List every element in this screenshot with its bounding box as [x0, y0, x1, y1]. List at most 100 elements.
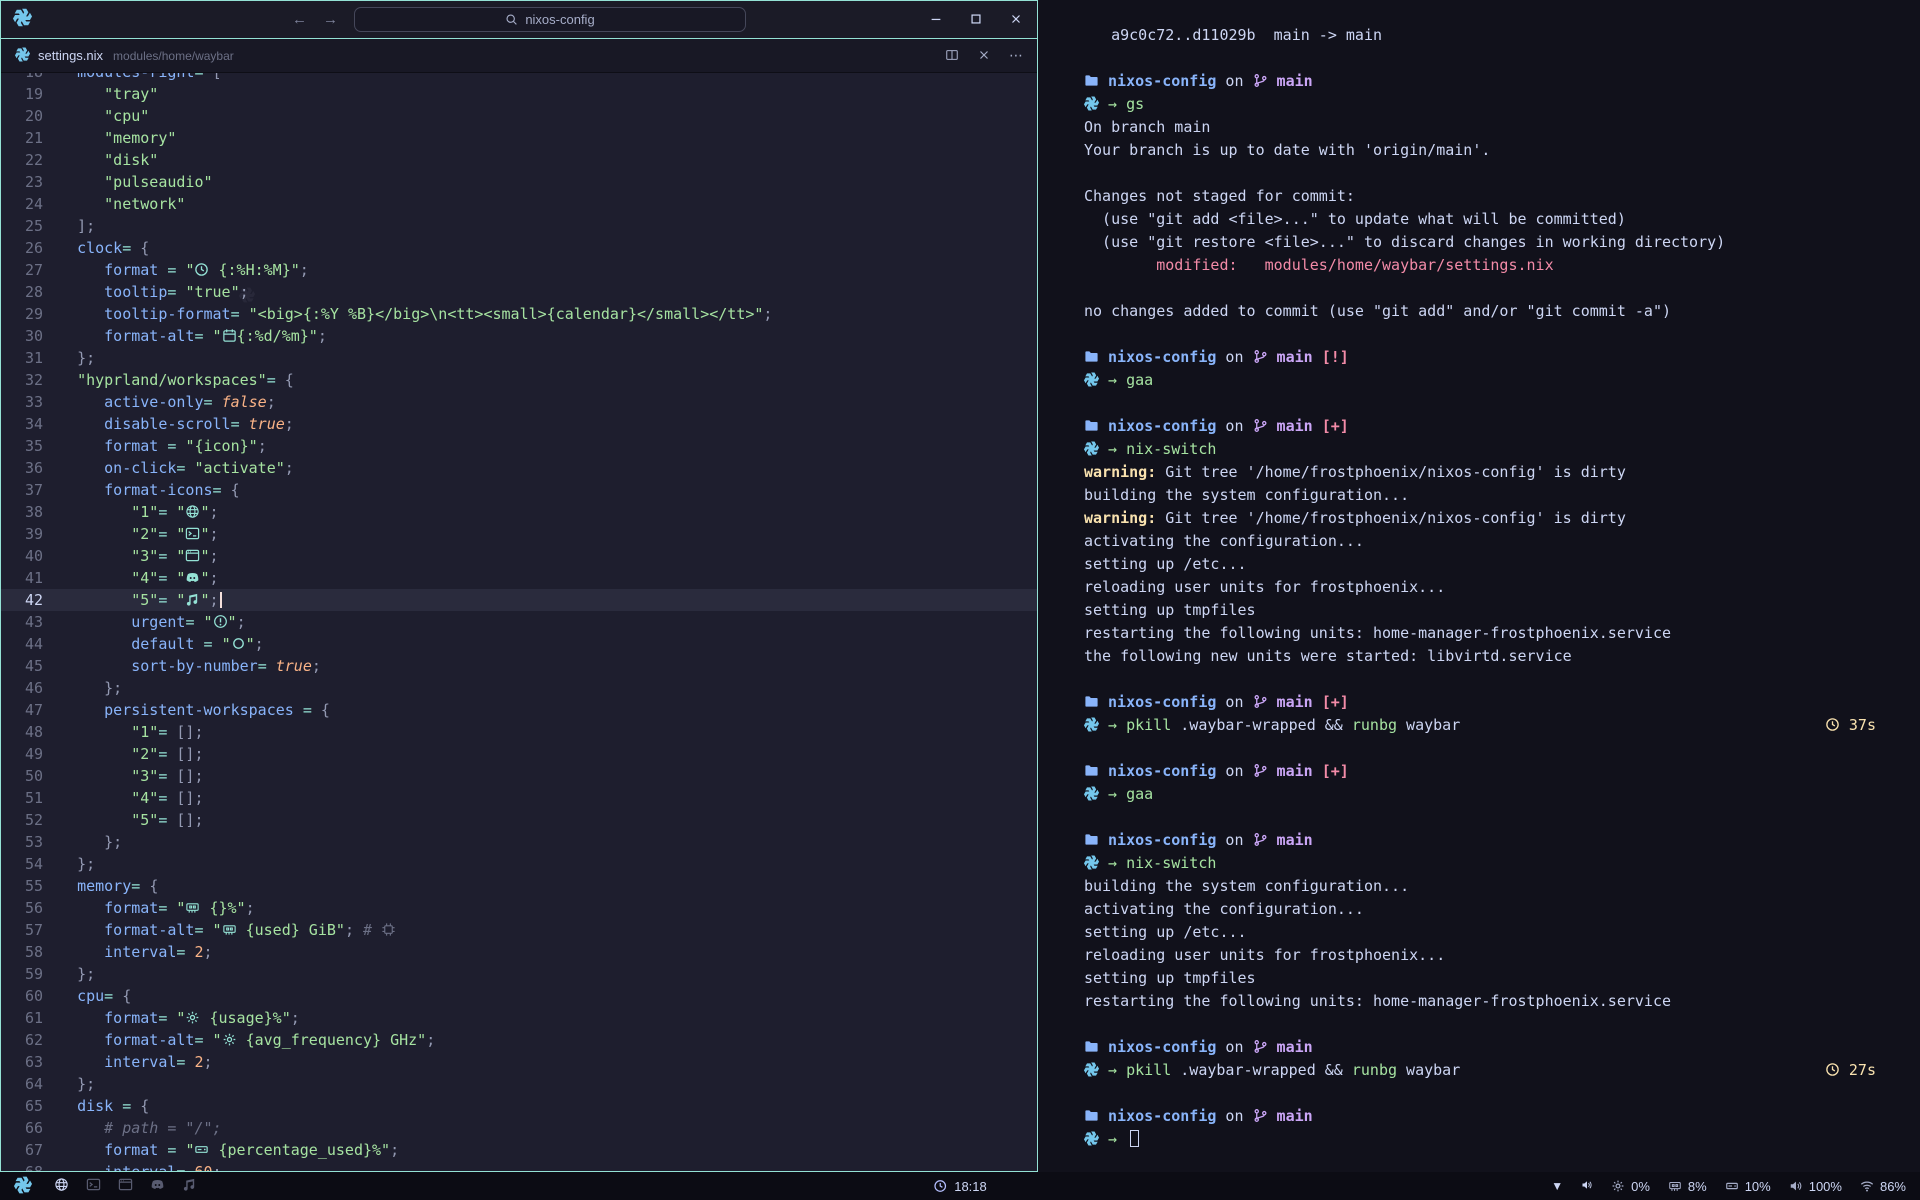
tray-arrow-icon[interactable]: ▼: [1551, 1179, 1563, 1193]
terminal-line: (use "git restore <file>..." to discard …: [1084, 231, 1920, 254]
network-module[interactable]: 86%: [1860, 1178, 1906, 1194]
code-line[interactable]: 47 persistent-workspaces = {: [1, 699, 1037, 721]
code-line[interactable]: 18 modules-right= [: [1, 73, 1037, 83]
code-line[interactable]: 56 format= " {}%";: [1, 897, 1037, 919]
terminal-line: modified: modules/home/waybar/settings.n…: [1084, 254, 1920, 277]
code-line[interactable]: 21 "memory": [1, 127, 1037, 149]
code-line[interactable]: 38 "1"= "";: [1, 501, 1037, 523]
code-line[interactable]: 59 };: [1, 963, 1037, 985]
terminal-line: restarting the following units: home-man…: [1084, 990, 1920, 1013]
code-line[interactable]: 19 "tray": [1, 83, 1037, 105]
terminal-cursor: [1130, 1130, 1139, 1147]
terminal-line: → nix-switch: [1084, 438, 1920, 461]
snowflake-icon: [1084, 93, 1099, 116]
code-line[interactable]: 61 format= " {usage}%";: [1, 1007, 1037, 1029]
code-line[interactable]: 32 "hyprland/workspaces"= {: [1, 369, 1037, 391]
code-line[interactable]: 42 "5"= "";: [1, 589, 1037, 611]
code-line[interactable]: 22 "disk": [1, 149, 1037, 171]
cpu-module[interactable]: 0%: [1611, 1178, 1650, 1194]
arrow-left-icon[interactable]: ←: [292, 11, 307, 28]
code-line[interactable]: 24 "network": [1, 193, 1037, 215]
line-number: 58: [1, 941, 59, 963]
code-line[interactable]: 29 tooltip-format= "<big>{:%Y %B}</big>\…: [1, 303, 1037, 325]
terminal-line: reloading user units for frostphoenix...: [1084, 576, 1920, 599]
code-line[interactable]: 46 };: [1, 677, 1037, 699]
more-icon[interactable]: ⋯: [1009, 47, 1023, 64]
code-line[interactable]: 27 format = " {:%H:%M}";: [1, 259, 1037, 281]
clock-module[interactable]: 18:18: [933, 1178, 987, 1194]
volume-icon[interactable]: [1581, 1179, 1593, 1193]
code-line[interactable]: 45 sort-by-number= true;: [1, 655, 1037, 677]
code-line[interactable]: 58 interval= 2;: [1, 941, 1037, 963]
line-number: 30: [1, 325, 59, 347]
code-line[interactable]: 68 interval= 60;: [1, 1161, 1037, 1171]
close-icon[interactable]: [977, 48, 991, 64]
workspace-5[interactable]: [182, 1177, 197, 1194]
editor-body[interactable]: 18 modules-right= [19 "tray"20 "cpu"21 "…: [1, 73, 1037, 1171]
code-line[interactable]: 57 format-alt= " {used} GiB"; #: [1, 919, 1037, 941]
maximize-icon[interactable]: [969, 12, 983, 28]
code-line[interactable]: 48 "1"= [];: [1, 721, 1037, 743]
code-line[interactable]: 39 "2"= "";: [1, 523, 1037, 545]
folder-icon: [1084, 70, 1099, 93]
terminal-window[interactable]: a9c0c72..d11029b main -> main nixos-conf…: [1038, 0, 1920, 1172]
code-line[interactable]: 26 clock= {: [1, 237, 1037, 259]
line-number: 35: [1, 435, 59, 457]
workspace-2[interactable]: [86, 1177, 101, 1194]
code-line[interactable]: 49 "2"= [];: [1, 743, 1037, 765]
code-line[interactable]: 23 "pulseaudio": [1, 171, 1037, 193]
code-line[interactable]: 30 format-alt= "{:%d/%m}";: [1, 325, 1037, 347]
close-icon[interactable]: [1009, 12, 1023, 28]
code-line[interactable]: 65 disk = {: [1, 1095, 1037, 1117]
arrow-right-icon[interactable]: →: [323, 11, 338, 28]
code-line[interactable]: 43 urgent= "";: [1, 611, 1037, 633]
code-line[interactable]: 20 "cpu": [1, 105, 1037, 127]
code-line[interactable]: 53 };: [1, 831, 1037, 853]
code-line[interactable]: 50 "3"= [];: [1, 765, 1037, 787]
disk-module[interactable]: 10%: [1725, 1178, 1771, 1194]
line-number: 65: [1, 1095, 59, 1117]
line-number: 55: [1, 875, 59, 897]
code-line[interactable]: 28 tooltip= "true";: [1, 281, 1037, 303]
code-line[interactable]: 31 };: [1, 347, 1037, 369]
code-line[interactable]: 25 ];: [1, 215, 1037, 237]
code-line[interactable]: 51 "4"= [];: [1, 787, 1037, 809]
terminal-line: setting up /etc...: [1084, 553, 1920, 576]
workspace-4[interactable]: [150, 1177, 165, 1194]
code-line[interactable]: 34 disable-scroll= true;: [1, 413, 1037, 435]
workspace-3[interactable]: [118, 1177, 133, 1194]
tab-filename[interactable]: settings.nix: [38, 48, 103, 63]
nix-logo-icon[interactable]: [14, 1176, 32, 1197]
code-line[interactable]: 40 "3"= "";: [1, 545, 1037, 567]
memory-module[interactable]: 8%: [1668, 1178, 1707, 1194]
code-line[interactable]: 37 format-icons= {: [1, 479, 1037, 501]
timer-icon: [1825, 1059, 1840, 1082]
code-line[interactable]: 41 "4"= "";: [1, 567, 1037, 589]
line-number: 68: [1, 1161, 59, 1171]
code-line[interactable]: 33 active-only= false;: [1, 391, 1037, 413]
line-number: 66: [1, 1117, 59, 1139]
workspace-1[interactable]: [54, 1177, 69, 1194]
prompt-line: nixos-config on main: [1084, 1105, 1920, 1128]
code-line[interactable]: 36 on-click= "activate";: [1, 457, 1037, 479]
workspaces: [54, 1177, 197, 1194]
snowflake-icon: [1084, 369, 1099, 392]
code-line[interactable]: 62 format-alt= " {avg_frequency} GHz";: [1, 1029, 1037, 1051]
code-line[interactable]: 44 default = "";: [1, 633, 1037, 655]
minimize-icon[interactable]: [929, 12, 943, 28]
terminal-line: Your branch is up to date with 'origin/m…: [1084, 139, 1920, 162]
code-line[interactable]: 63 interval= 2;: [1, 1051, 1037, 1073]
command-center-search[interactable]: nixos-config: [354, 7, 746, 32]
code-line[interactable]: 54 };: [1, 853, 1037, 875]
code-line[interactable]: 55 memory= {: [1, 875, 1037, 897]
split-editor-icon[interactable]: [945, 48, 959, 64]
code-line[interactable]: 64 };: [1, 1073, 1037, 1095]
code-line[interactable]: 66 # path = "/";: [1, 1117, 1037, 1139]
code-line[interactable]: 60 cpu= {: [1, 985, 1037, 1007]
pulseaudio-module[interactable]: 100%: [1789, 1178, 1842, 1194]
code-line[interactable]: 67 format = " {percentage_used}%";: [1, 1139, 1037, 1161]
code-line[interactable]: 35 format = "{icon}";: [1, 435, 1037, 457]
window-icon: [185, 545, 200, 567]
code-line[interactable]: 52 "5"= [];: [1, 809, 1037, 831]
breadcrumb-path: modules/home/waybar: [113, 49, 234, 63]
